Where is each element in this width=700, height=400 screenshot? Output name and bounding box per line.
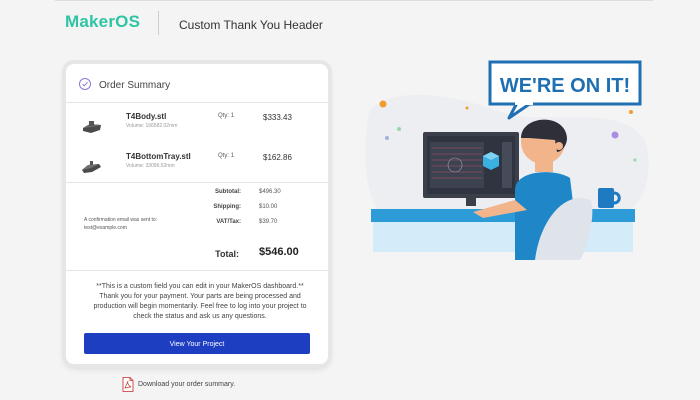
subtotal-label: Subtotal: bbox=[215, 189, 241, 195]
custom-message: **This is a custom field you can edit in… bbox=[93, 283, 307, 320]
item-name: T4Body.stl bbox=[126, 112, 167, 121]
logo-os: OS bbox=[115, 12, 141, 31]
confirmation-email: test@example.com bbox=[84, 225, 127, 231]
makeros-logo[interactable]: MakerOS bbox=[65, 12, 140, 32]
order-summary-card: Order Summary T4Body.stl Volume: 166582.… bbox=[66, 64, 328, 364]
item-price: $162.86 bbox=[263, 153, 292, 162]
header: MakerOS Custom Thank You Header bbox=[0, 0, 700, 50]
total-value: $546.00 bbox=[259, 246, 299, 258]
confirmation-text: A confirmation email was sent to: bbox=[84, 217, 158, 223]
header-divider bbox=[158, 11, 159, 35]
divider bbox=[66, 182, 328, 183]
page-title: Custom Thank You Header bbox=[179, 18, 323, 32]
subtotal-value: $496.30 bbox=[259, 189, 281, 195]
item-price: $333.43 bbox=[263, 113, 292, 122]
item-volume: Volume: 33096.52mm bbox=[126, 163, 175, 169]
vat-value: $39.70 bbox=[259, 219, 278, 225]
list-item: T4Body.stl Volume: 166582.02mm Qty: 1 $3… bbox=[66, 108, 328, 146]
speech-text: WE'RE ON IT! bbox=[500, 75, 630, 97]
monitor bbox=[423, 132, 519, 206]
list-item: T4BottomTray.stl Volume: 33096.52mm Qty:… bbox=[66, 148, 328, 186]
part-thumbnail bbox=[82, 161, 101, 173]
speech-bubble: WE'RE ON IT! bbox=[488, 60, 642, 120]
shipping-value: $10.00 bbox=[259, 204, 278, 210]
order-summary-title: Order Summary bbox=[99, 80, 171, 91]
divider bbox=[66, 270, 328, 271]
shipping-label: Shipping: bbox=[213, 204, 241, 210]
item-qty: Qty: 1 bbox=[218, 153, 235, 159]
support-illustration: WE'RE ON IT! bbox=[365, 60, 649, 260]
item-qty: Qty: 1 bbox=[218, 113, 235, 119]
item-name: T4BottomTray.stl bbox=[126, 152, 191, 161]
logo-maker: Maker bbox=[65, 12, 116, 31]
check-icon bbox=[79, 78, 91, 90]
item-volume: Volume: 166582.02mm bbox=[126, 123, 178, 129]
total-label: Total: bbox=[215, 249, 239, 259]
view-project-button[interactable]: View Your Project bbox=[84, 333, 310, 354]
top-divider bbox=[55, 0, 653, 1]
confirmation-message: A confirmation email was sent to: test@e… bbox=[84, 216, 204, 232]
order-summary-header: Order Summary bbox=[66, 64, 328, 103]
download-label: Download your order summary. bbox=[138, 381, 236, 388]
part-thumbnail bbox=[83, 121, 101, 133]
pdf-icon bbox=[122, 377, 134, 392]
